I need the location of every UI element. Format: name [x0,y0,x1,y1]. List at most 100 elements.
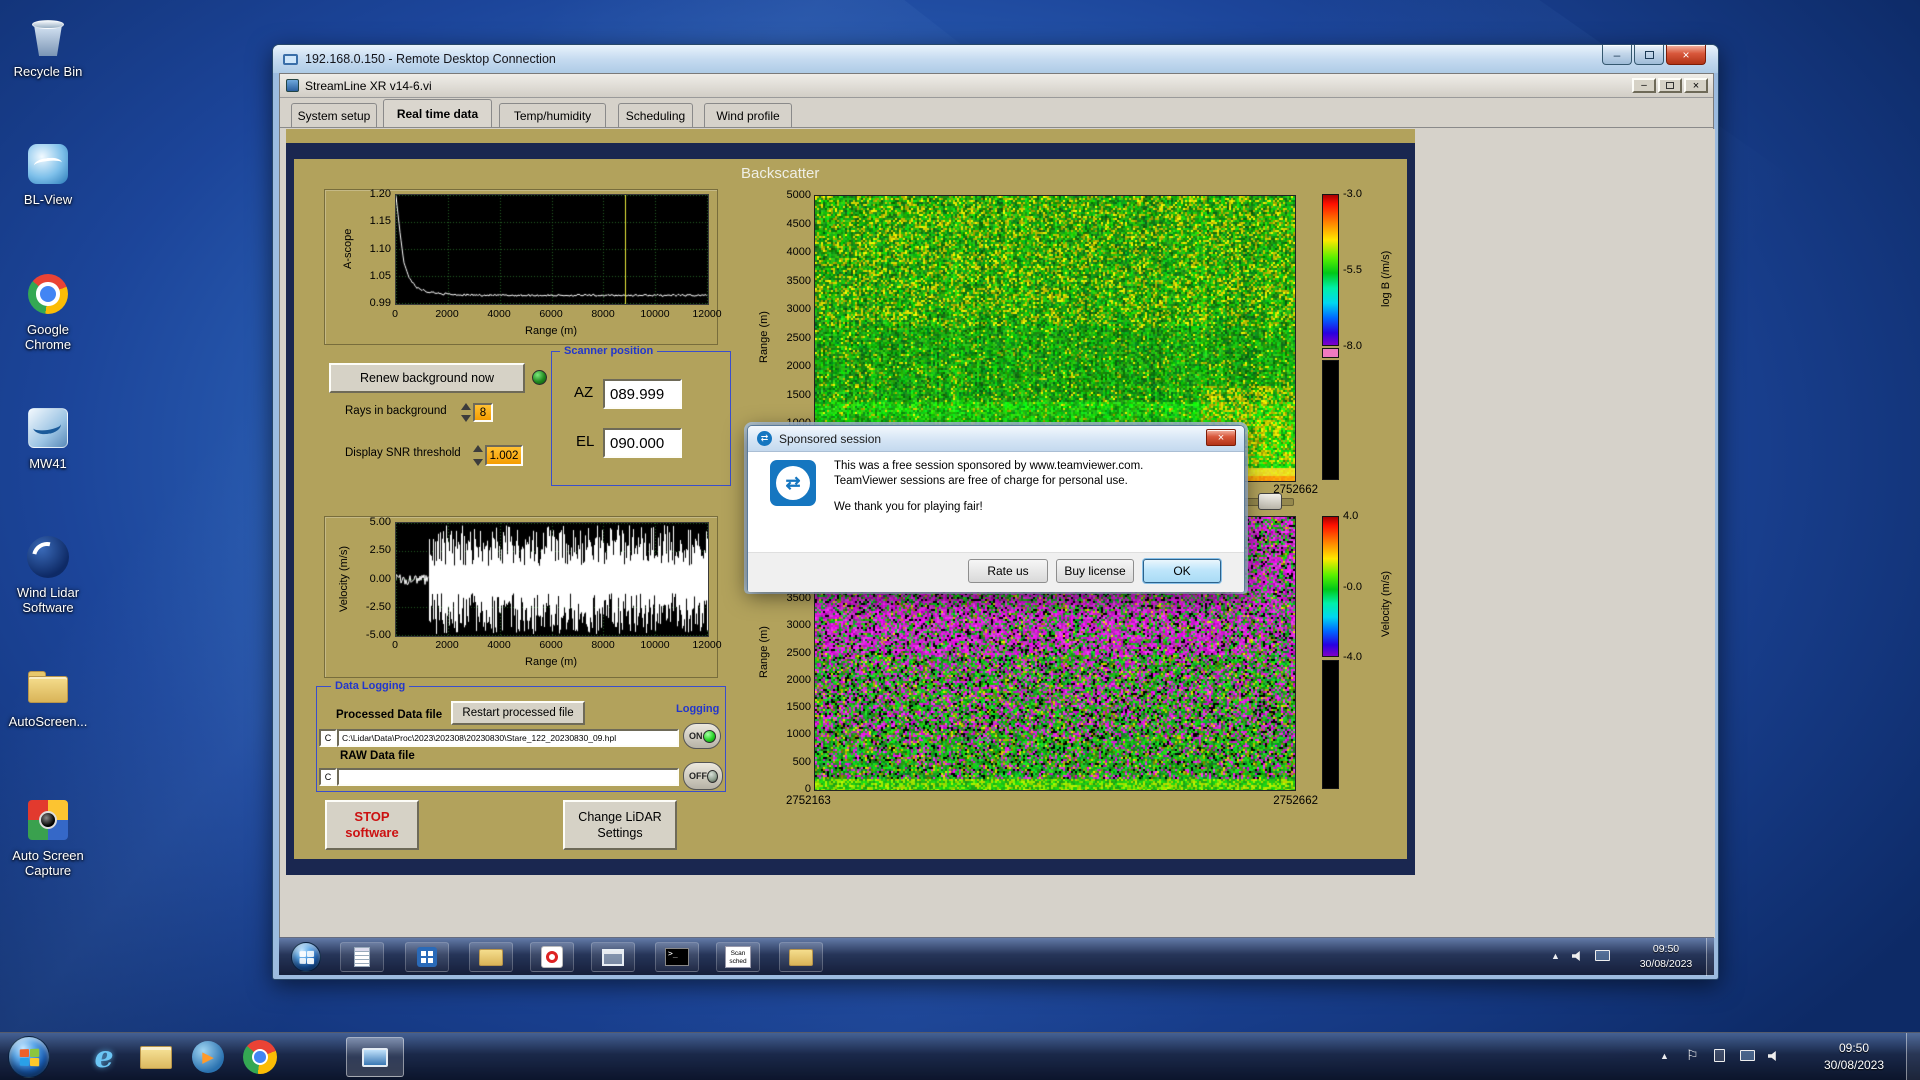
rdp-maximize-button[interactable] [1634,45,1664,65]
tab-scheduling[interactable]: Scheduling [618,103,693,127]
tick-label: 0.00 [369,572,391,585]
folder-icon-2[interactable] [779,942,823,972]
volume-icon[interactable] [1572,950,1585,962]
ascope-graph: A-scope 1.20 1.15 1.10 1.05 0.99 0 2000 4000 60… [324,188,722,345]
ok-button[interactable]: OK [1143,559,1221,583]
desktop-icon-mw41[interactable]: MW41 [4,404,92,471]
tick-label: 1.15 [369,215,391,228]
folder-icon[interactable] [469,942,513,972]
dialog-close-button[interactable]: × [1206,429,1236,446]
tick-label: 5000 [786,189,811,201]
raw-drive-box[interactable]: C [319,768,337,786]
console-icon[interactable]: >_ [655,942,699,972]
tick-label: 12000 [692,308,722,320]
tick-label: -4.0 [1343,651,1362,663]
notepad-icon[interactable] [340,942,384,972]
tick-label: -2.50 [365,600,391,613]
rate-us-button[interactable]: Rate us [968,559,1048,583]
raw-path-field[interactable] [337,768,679,786]
scan-sched-icon[interactable]: Scan sched [716,942,760,972]
processed-drive-box[interactable]: C [319,729,337,747]
start-button[interactable] [8,1036,50,1078]
desktop-icon-google-chrome[interactable]: Google Chrome [4,270,92,352]
volume-icon[interactable] [1768,1050,1781,1062]
rdp-window-title: 192.168.0.150 - Remote Desktop Connectio… [305,52,556,66]
network-icon[interactable] [1595,950,1610,961]
rays-in-background-label: Rays in background [345,405,447,417]
scanner-position-group: Scanner position AZ 089.999 EL 090.000 [551,345,731,486]
desktop-icon-recycle-bin[interactable]: Recycle Bin [4,12,92,79]
taskbar-ie-icon[interactable]: e [84,1037,124,1077]
dialog-titlebar[interactable]: ⇄ Sponsored session [748,426,1244,452]
rays-spinner[interactable] [459,403,472,422]
remote-start-button[interactable] [291,942,321,972]
taskbar-rdp-button[interactable] [346,1037,404,1077]
az-value-field[interactable]: 089.999 [603,379,682,409]
network-icon[interactable] [1740,1050,1755,1061]
snr-value-field[interactable]: 1.002 [485,445,523,466]
scan-icon-text: Scan [730,950,746,957]
tick-label: 2000 [435,639,459,651]
rdp-close-button[interactable]: × [1666,45,1706,65]
taskbar-media-player-icon[interactable]: ▶ [188,1037,228,1077]
tab-wind-profile[interactable]: Wind profile [704,103,792,127]
taskbar-chrome-icon[interactable] [240,1037,280,1077]
tick-label: 0.99 [369,297,391,309]
change-lidar-settings-button[interactable]: Change LiDAR Settings [563,800,677,850]
el-value-field[interactable]: 090.000 [603,428,682,458]
vmap-time-left: 2752163 [786,795,831,807]
vmap-time-right: 2752662 [1273,795,1318,807]
window-icon[interactable] [591,942,635,972]
tab-temp-humidity[interactable]: Temp/humidity [499,103,606,127]
tick-label: 6000 [539,308,563,320]
action-center-flag-icon[interactable]: ⚐ [1686,1047,1699,1064]
tick-label: 1.10 [369,242,391,255]
snr-spinner[interactable] [471,445,484,466]
stop-software-button[interactable]: STOP software [325,800,419,850]
rdp-titlebar[interactable]: 192.168.0.150 - Remote Desktop Connectio… [273,45,1718,73]
processed-path-field[interactable]: C:\Lidar\Data\Proc\2023\202308\20230830\… [337,729,679,747]
desktop-icon-auto-screen-capture[interactable]: Auto Screen Capture [4,796,92,878]
remote-clock[interactable]: 09:50 30/08/2023 [1627,942,1705,972]
rays-value-field[interactable]: 8 [473,403,493,422]
bl-view-icon [24,140,72,188]
processed-logging-toggle[interactable]: ON [683,723,721,749]
app-restore-button[interactable] [1658,78,1682,93]
slider-knob[interactable] [1258,493,1282,510]
raw-logging-toggle[interactable]: OFF [683,762,723,790]
desktop-icon-autoscreen[interactable]: AutoScreen... [4,662,92,729]
taskbar-explorer-icon[interactable] [136,1037,176,1077]
rdp-minimize-button[interactable]: – [1602,45,1632,65]
clock[interactable]: 09:50 30/08/2023 [1806,1040,1902,1074]
velocity-plot-canvas [395,522,709,637]
remote-viewer-icon[interactable] [405,942,449,972]
app-titlebar[interactable]: StreamLine XR v14-6.vi [280,74,1713,98]
remote-show-desktop-button[interactable] [1706,938,1714,976]
bmap-colorbar-blank [1322,360,1339,480]
restart-processed-file-button[interactable]: Restart processed file [451,701,585,725]
tray-expand-icon[interactable]: ▲ [1551,951,1560,961]
buy-license-button[interactable]: Buy license [1056,559,1134,583]
tab-real-time-data[interactable]: Real time data [383,99,492,127]
teamviewer-icon: ⇄ [757,431,772,446]
tab-system-setup[interactable]: System setup [291,103,377,127]
desktop-icon-wind-lidar[interactable]: Wind Lidar Software [4,533,92,615]
clipboard-icon[interactable] [1714,1049,1725,1062]
desktop-icon-bl-view[interactable]: BL-View [4,140,92,207]
tray-expand-icon[interactable]: ▲ [1660,1051,1669,1061]
velocity-x-ticks: 0 2000 4000 6000 8000 10000 12000 [392,639,722,652]
app-close-button[interactable]: × [1684,78,1708,93]
background-led [532,370,547,385]
tick-label: 3000 [786,619,811,632]
renew-background-button[interactable]: Renew background now [329,363,525,393]
tick-label: 12000 [692,639,722,651]
show-desktop-button[interactable] [1906,1033,1920,1080]
tick-label: 3500 [786,591,811,604]
tick-label: 10000 [640,308,670,320]
logging-off-led [707,769,718,783]
processed-data-file-label: Processed Data file [336,709,443,721]
shutdown-icon[interactable] [530,942,574,972]
app-minimize-button[interactable]: – [1632,78,1656,93]
change-line1: Change LiDAR [578,810,662,824]
bmap-colorbar-label: log B (/m/s) [1380,250,1392,308]
